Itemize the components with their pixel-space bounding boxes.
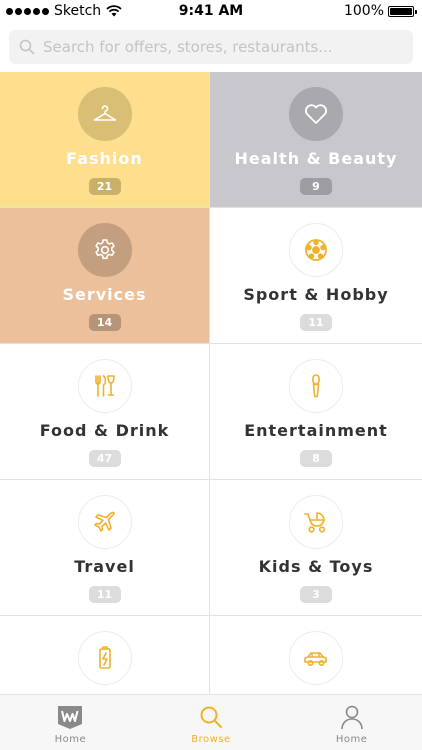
category-label: Travel bbox=[74, 557, 135, 576]
category-tile-food-drink[interactable]: Food & Drink 47 bbox=[0, 344, 210, 480]
status-right: 100% bbox=[343, 3, 417, 19]
category-tile-kids-toys[interactable]: Kids & Toys 3 bbox=[210, 480, 422, 616]
tab-home[interactable]: Home bbox=[0, 695, 141, 750]
icon-circle bbox=[77, 359, 132, 413]
cutlery-glass-icon bbox=[94, 375, 115, 397]
search-input[interactable] bbox=[43, 38, 403, 56]
category-tile-auto[interactable] bbox=[210, 616, 422, 694]
icon-circle bbox=[77, 87, 132, 141]
category-tile-sport-hobby[interactable]: Sport & Hobby 11 bbox=[210, 208, 422, 344]
category-tile-services[interactable]: Services 14 bbox=[0, 208, 210, 344]
count-badge: 11 bbox=[300, 314, 332, 331]
icon-circle bbox=[289, 495, 343, 549]
count-badge: 47 bbox=[88, 450, 121, 467]
search-icon bbox=[200, 706, 222, 728]
category-label: Sport & Hobby bbox=[243, 285, 389, 304]
count-badge: 9 bbox=[300, 178, 332, 195]
category-tile-fashion[interactable]: Fashion 21 bbox=[0, 72, 210, 208]
category-tile-health-beauty[interactable]: Health & Beauty 9 bbox=[210, 72, 422, 208]
category-label: Fashion bbox=[66, 149, 143, 168]
category-tile-electronics[interactable] bbox=[0, 616, 210, 694]
count-badge: 21 bbox=[88, 178, 121, 195]
airplane-icon bbox=[93, 511, 115, 532]
battery-percent: 100% bbox=[343, 3, 384, 19]
hanger-icon bbox=[93, 105, 116, 121]
category-label: Entertainment bbox=[244, 421, 388, 440]
category-tile-travel[interactable]: Travel 11 bbox=[0, 480, 210, 616]
battery-icon bbox=[388, 5, 417, 17]
category-label: Health & Beauty bbox=[234, 149, 398, 168]
w-logo-icon bbox=[58, 706, 83, 729]
category-label: Services bbox=[62, 285, 147, 304]
heart-icon bbox=[305, 104, 327, 124]
battery-icon bbox=[98, 646, 111, 669]
icon-circle bbox=[289, 87, 343, 141]
person-icon bbox=[340, 705, 363, 730]
tab-label: Home bbox=[54, 734, 87, 745]
tab-label: Browse bbox=[191, 734, 231, 745]
tab-browse[interactable]: Browse bbox=[141, 695, 282, 750]
category-label: Kids & Toys bbox=[258, 557, 374, 576]
count-badge: 11 bbox=[88, 586, 121, 603]
count-badge: 14 bbox=[88, 314, 121, 331]
category-label: Food & Drink bbox=[39, 421, 170, 440]
icon-circle bbox=[289, 359, 343, 413]
status-bar: Sketch 9:41 AM 100% bbox=[0, 0, 422, 24]
car-icon bbox=[304, 652, 327, 666]
search-bar[interactable] bbox=[9, 30, 413, 64]
icon-circle bbox=[77, 495, 132, 549]
category-tile-entertainment[interactable]: Entertainment 8 bbox=[210, 344, 422, 480]
tab-profile[interactable]: Home bbox=[281, 695, 422, 750]
stroller-icon bbox=[304, 512, 326, 533]
search-icon bbox=[19, 39, 35, 55]
tab-label: Home bbox=[335, 734, 368, 745]
microphone-icon bbox=[312, 374, 320, 398]
icon-circle bbox=[289, 223, 343, 277]
icon-circle bbox=[77, 223, 132, 277]
category-grid: Fashion 21 Health & Beauty 9 Services 14 bbox=[0, 72, 422, 694]
gear-icon bbox=[94, 239, 115, 260]
football-icon bbox=[305, 239, 327, 261]
icon-circle bbox=[289, 631, 343, 685]
tab-bar: Home Browse Home bbox=[0, 694, 422, 750]
count-badge: 3 bbox=[300, 586, 332, 603]
count-badge: 8 bbox=[300, 450, 332, 467]
icon-circle bbox=[77, 631, 132, 685]
